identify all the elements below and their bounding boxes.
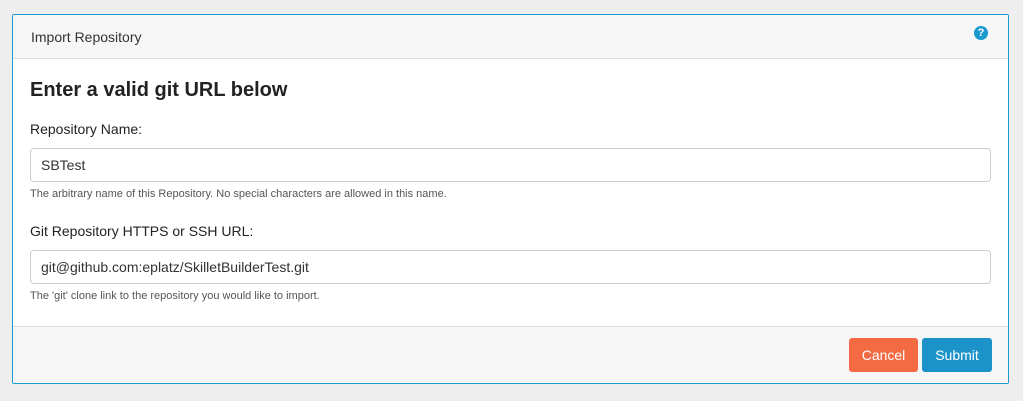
repository-name-label: Repository Name: bbox=[30, 121, 143, 137]
repository-name-input[interactable] bbox=[30, 148, 991, 182]
repository-url-label: Git Repository HTTPS or SSH URL: bbox=[30, 223, 254, 239]
form-heading: Enter a valid git URL below bbox=[30, 79, 288, 101]
submit-button[interactable]: Submit bbox=[922, 338, 992, 372]
import-repository-dialog: Import Repository ? Enter a valid git UR… bbox=[12, 14, 1009, 384]
dialog-footer: Cancel Submit bbox=[13, 327, 1008, 383]
dialog-header: Import Repository ? bbox=[13, 15, 1008, 59]
repository-url-help: The 'git' clone link to the repository y… bbox=[30, 290, 320, 302]
help-icon[interactable]: ? bbox=[974, 26, 988, 40]
cancel-button[interactable]: Cancel bbox=[849, 338, 918, 372]
dialog-body: Enter a valid git URL below Repository N… bbox=[13, 59, 1008, 327]
repository-name-help: The arbitrary name of this Repository. N… bbox=[30, 188, 447, 200]
dialog-title: Import Repository bbox=[31, 29, 142, 45]
repository-url-input[interactable] bbox=[30, 250, 991, 284]
